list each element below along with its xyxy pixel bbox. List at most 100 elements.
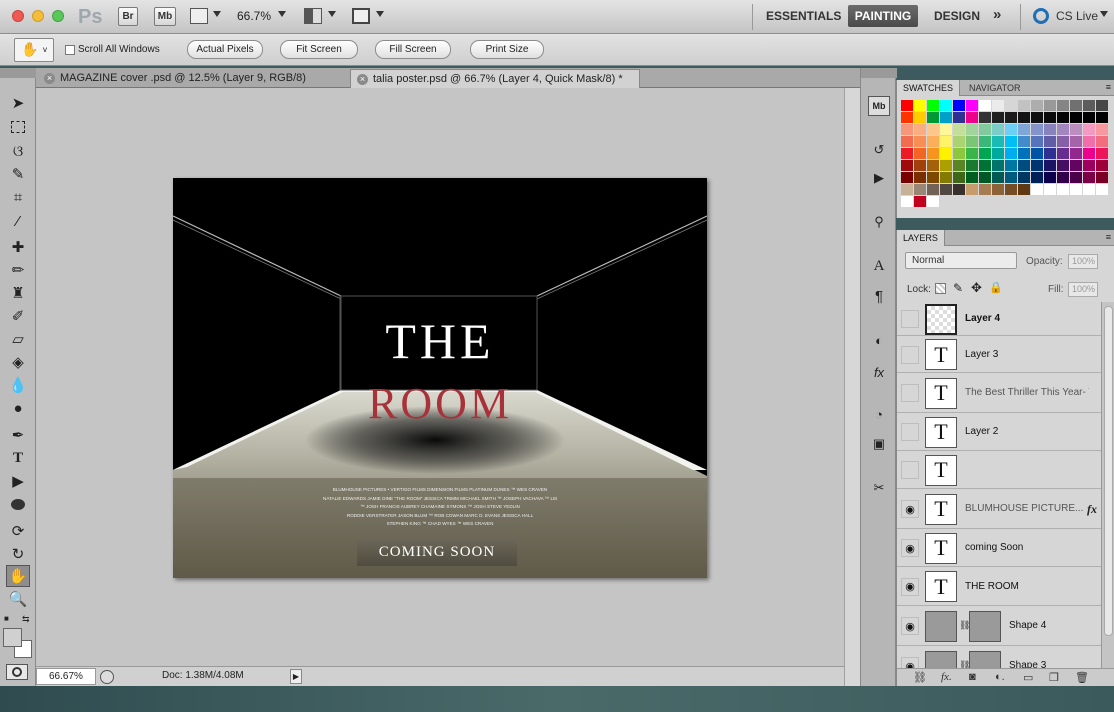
eyedropper-tool-icon[interactable]: ⁄ xyxy=(6,210,30,232)
poster-document[interactable]: THE ROOM BLUMHOUSE PICTURES • VERTIGO FI… xyxy=(173,178,707,578)
color-swatch[interactable] xyxy=(953,112,965,123)
color-swatch[interactable] xyxy=(927,196,939,207)
color-swatch[interactable] xyxy=(1005,124,1017,135)
color-swatch[interactable] xyxy=(979,136,991,147)
color-swatch[interactable] xyxy=(940,172,952,183)
foreground-color-swatch[interactable] xyxy=(3,628,22,647)
color-swatch[interactable] xyxy=(927,112,939,123)
color-swatch[interactable] xyxy=(927,100,939,111)
color-swatch[interactable] xyxy=(1083,100,1095,111)
layer-row[interactable]: T Layer 3 xyxy=(897,336,1101,373)
eye-icon[interactable]: ◉ xyxy=(901,577,919,596)
color-swatch[interactable] xyxy=(1044,160,1056,171)
color-swatch[interactable] xyxy=(1057,160,1069,171)
color-swatch[interactable] xyxy=(914,100,926,111)
layer-row[interactable]: T The Best Thriller This Year- Th... xyxy=(897,373,1101,413)
healing-brush-tool-icon[interactable]: ✚ xyxy=(6,236,30,258)
color-swatch[interactable] xyxy=(1096,112,1108,123)
chevron-down-icon[interactable] xyxy=(328,11,336,17)
workspace-design[interactable]: DESIGN xyxy=(934,9,980,23)
paragraph-icon[interactable]: ¶ xyxy=(868,286,890,306)
color-swatch[interactable] xyxy=(927,136,939,147)
delete-layer-icon[interactable]: 🗑 xyxy=(1075,671,1089,684)
color-swatch[interactable] xyxy=(1070,100,1082,111)
eye-icon[interactable]: ◉ xyxy=(901,657,919,668)
color-swatch[interactable] xyxy=(953,136,965,147)
cs-live-menu[interactable]: CS Live xyxy=(1056,9,1098,23)
fill-field[interactable]: 100% xyxy=(1068,282,1098,297)
color-swatch[interactable] xyxy=(901,196,913,207)
color-swatch[interactable] xyxy=(1018,160,1030,171)
color-swatch[interactable] xyxy=(1096,124,1108,135)
color-swatch[interactable] xyxy=(966,148,978,159)
color-swatch[interactable] xyxy=(1018,184,1030,195)
visibility-toggle[interactable] xyxy=(901,461,919,479)
color-swatch[interactable] xyxy=(1070,136,1082,147)
color-swatch[interactable] xyxy=(914,124,926,135)
history-icon[interactable]: ↺ xyxy=(868,140,890,160)
color-swatch[interactable] xyxy=(1057,148,1069,159)
color-swatch[interactable] xyxy=(992,124,1004,135)
color-swatch[interactable] xyxy=(1083,124,1095,135)
blur-tool-icon[interactable]: 💧 xyxy=(6,374,30,396)
color-swatch[interactable] xyxy=(940,112,952,123)
color-swatch[interactable] xyxy=(940,184,952,195)
color-swatch[interactable] xyxy=(1096,136,1108,147)
brush-tool-icon[interactable]: ✏ xyxy=(6,259,30,281)
lasso-tool-icon[interactable]: ଓ xyxy=(6,140,30,162)
color-swatch[interactable] xyxy=(992,172,1004,183)
type-tool-icon[interactable]: T xyxy=(6,447,30,469)
panel-menu-icon[interactable]: ≡ xyxy=(1106,232,1111,242)
quick-mask-icon[interactable] xyxy=(6,664,28,680)
color-swatch[interactable] xyxy=(1057,124,1069,135)
color-swatch[interactable] xyxy=(979,172,991,183)
color-swatch[interactable] xyxy=(901,112,913,123)
color-swatch[interactable] xyxy=(940,148,952,159)
quick-selection-tool-icon[interactable]: ✎ xyxy=(6,163,30,185)
color-swatch[interactable] xyxy=(901,100,913,111)
color-swatch[interactable] xyxy=(927,160,939,171)
color-swatch[interactable] xyxy=(966,100,978,111)
crop-tool-icon[interactable]: ⌗ xyxy=(6,186,30,208)
color-swatch[interactable] xyxy=(1005,112,1017,123)
color-swatch[interactable] xyxy=(1031,184,1043,195)
color-swatch[interactable] xyxy=(1083,136,1095,147)
color-swatch[interactable] xyxy=(953,160,965,171)
view-extras-icon[interactable] xyxy=(190,8,208,24)
color-swatch[interactable] xyxy=(979,160,991,171)
print-size-button[interactable]: Print Size xyxy=(470,40,544,59)
color-swatch[interactable] xyxy=(927,184,939,195)
path-selection-tool-icon[interactable]: ▶ xyxy=(6,470,30,492)
tab-layers[interactable]: LAYERS xyxy=(897,230,945,246)
layer-row[interactable]: Layer 4 xyxy=(897,302,1101,336)
color-swatch[interactable] xyxy=(966,136,978,147)
color-swatch[interactable] xyxy=(1018,112,1030,123)
layer-style-icon[interactable]: fx. xyxy=(941,671,952,683)
color-swatch[interactable] xyxy=(914,160,926,171)
visibility-toggle[interactable] xyxy=(901,310,919,328)
lock-pixels-icon[interactable]: ✎ xyxy=(953,281,963,295)
color-swatch[interactable] xyxy=(1031,136,1043,147)
color-swatch[interactable] xyxy=(966,124,978,135)
masks-icon[interactable]: ◔ xyxy=(868,404,890,424)
color-swatch[interactable] xyxy=(1070,184,1082,195)
actions-icon[interactable]: ▶ xyxy=(868,168,890,188)
color-swatch[interactable] xyxy=(1083,160,1095,171)
color-swatch[interactable] xyxy=(1018,148,1030,159)
chevron-down-icon[interactable] xyxy=(213,11,221,17)
paint-bucket-tool-icon[interactable]: ◈ xyxy=(6,351,30,373)
add-mask-icon[interactable]: ◙ xyxy=(969,671,976,683)
chevron-down-icon[interactable] xyxy=(1100,11,1108,17)
color-swatch[interactable] xyxy=(992,136,1004,147)
color-swatch[interactable] xyxy=(1083,112,1095,123)
history-brush-tool-icon[interactable]: ✐ xyxy=(6,305,30,327)
lock-transparent-icon[interactable] xyxy=(935,283,946,294)
swap-colors-icon[interactable]: ⇆ xyxy=(22,614,30,625)
actual-pixels-button[interactable]: Actual Pixels xyxy=(187,40,263,59)
color-swatch[interactable] xyxy=(992,112,1004,123)
dodge-tool-icon[interactable]: ● xyxy=(6,397,30,419)
color-swatch[interactable] xyxy=(979,184,991,195)
visibility-toggle[interactable] xyxy=(901,345,919,364)
color-swatch[interactable] xyxy=(914,112,926,123)
link-layers-icon[interactable]: ⛓ xyxy=(913,671,927,684)
